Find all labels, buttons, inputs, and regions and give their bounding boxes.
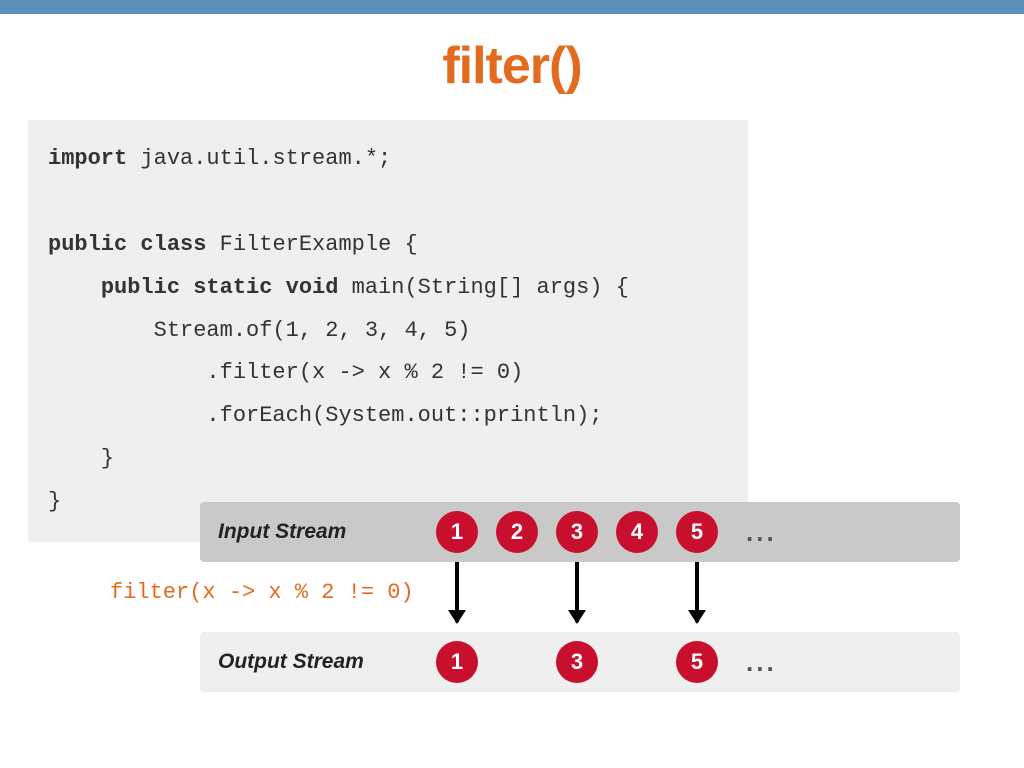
output-stream-row: Output Stream 1 3 5 ... <box>200 632 960 692</box>
code-text: .forEach(System.out::println); <box>48 403 603 428</box>
input-stream-row: Input Stream 1 2 3 4 5 ... <box>200 502 960 562</box>
filter-expression: filter(x -> x % 2 != 0) <box>110 580 414 605</box>
keyword: public static void <box>101 275 339 300</box>
code-text: main(String[] args) { <box>338 275 628 300</box>
keyword: import <box>48 146 127 171</box>
input-stream-label: Input Stream <box>218 520 418 544</box>
slide-title: filter() <box>0 36 1024 96</box>
code-text: } <box>48 489 61 514</box>
output-stream-label: Output Stream <box>218 650 418 674</box>
ellipsis: ... <box>736 647 777 678</box>
input-bubble: 1 <box>436 511 478 553</box>
keyword: public class <box>48 232 206 257</box>
input-bubble: 5 <box>676 511 718 553</box>
code-text: Stream.of(1, 2, 3, 4, 5) <box>48 318 470 343</box>
output-bubble: 5 <box>676 641 718 683</box>
arrow-icon <box>455 562 459 622</box>
code-example: import java.util.stream.*; public class … <box>28 120 748 542</box>
code-text: java.util.stream.*; <box>127 146 391 171</box>
output-slot-empty <box>616 641 658 683</box>
input-bubble: 4 <box>616 511 658 553</box>
input-bubble: 3 <box>556 511 598 553</box>
arrow-icon <box>575 562 579 622</box>
output-slot-empty <box>496 641 538 683</box>
code-text: } <box>48 446 114 471</box>
code-text: .filter(x -> x % 2 != 0) <box>48 360 523 385</box>
output-bubble: 3 <box>556 641 598 683</box>
input-bubble: 2 <box>496 511 538 553</box>
code-text: FilterExample { <box>206 232 417 257</box>
output-bubble: 1 <box>436 641 478 683</box>
top-accent-bar <box>0 0 1024 14</box>
arrow-icon <box>695 562 699 622</box>
ellipsis: ... <box>736 517 777 548</box>
